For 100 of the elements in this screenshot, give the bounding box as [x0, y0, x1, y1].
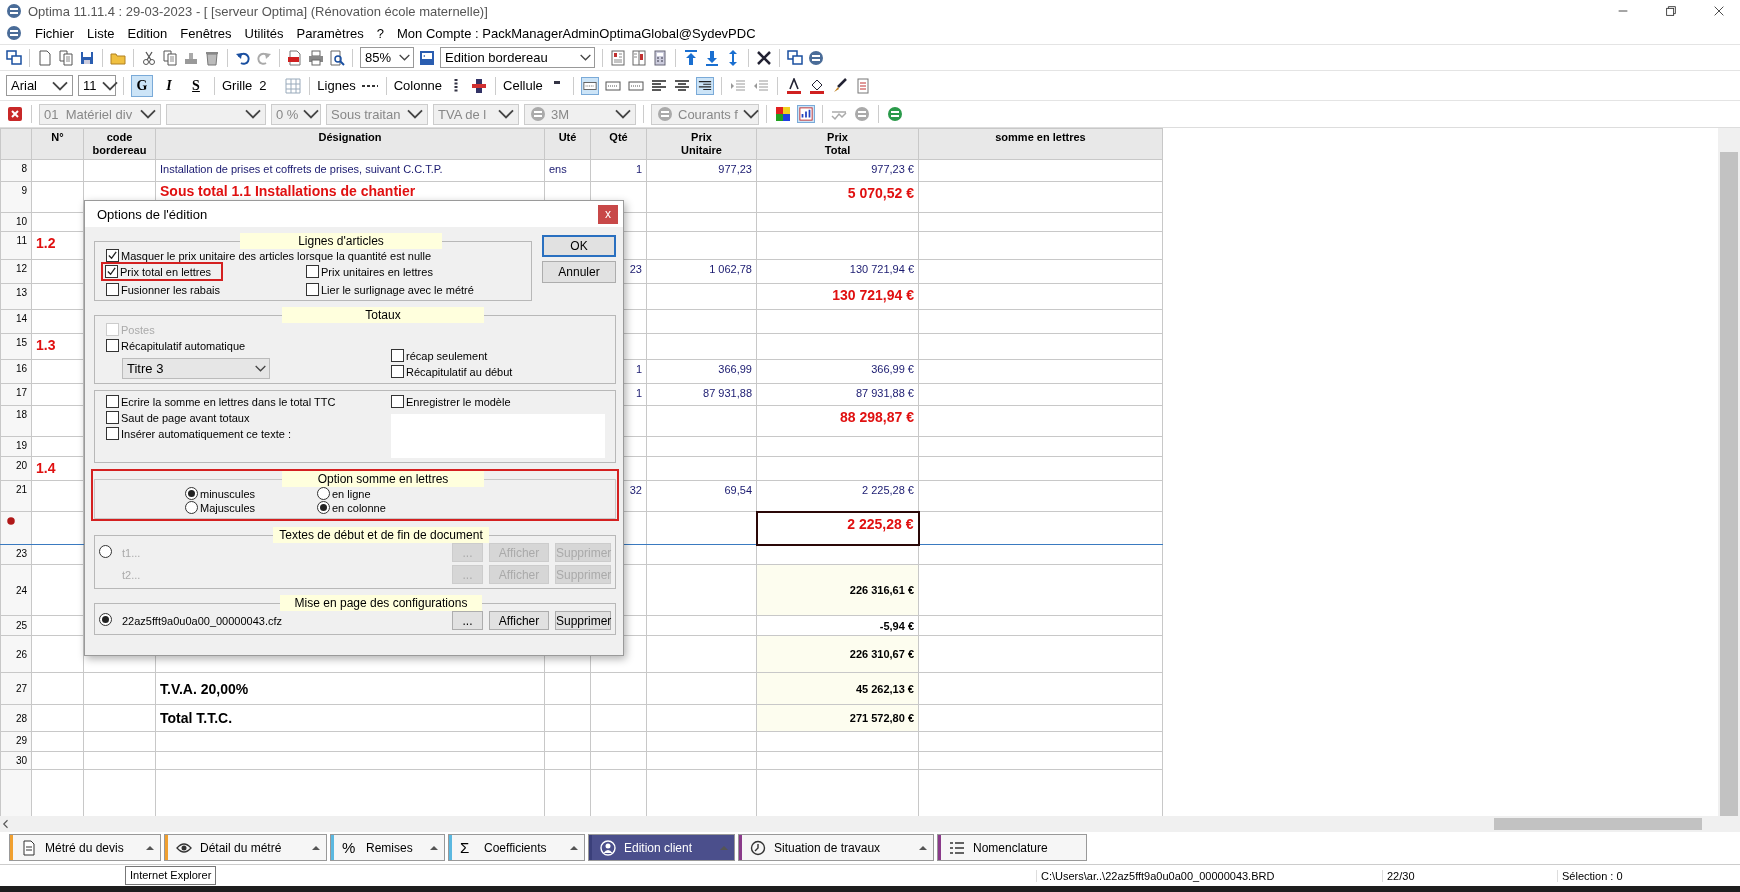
- logo-icon[interactable]: [808, 49, 824, 66]
- menu-item[interactable]: Liste: [87, 25, 115, 41]
- checkbox[interactable]: Prix total en lettres: [105, 265, 212, 278]
- scissors-icon[interactable]: [141, 49, 157, 66]
- align-right-icon[interactable]: [695, 76, 714, 95]
- ledger-icon[interactable]: [631, 49, 647, 66]
- menu-item[interactable]: ?: [376, 25, 384, 41]
- row-number[interactable]: 15: [0, 333, 32, 360]
- windows-icon[interactable]: [6, 49, 22, 66]
- size-dropdown[interactable]: 11: [78, 75, 116, 96]
- radio-button[interactable]: [99, 613, 112, 626]
- checkbox[interactable]: Récapitulatif automatique: [106, 339, 391, 352]
- radio-button[interactable]: Majuscules: [185, 501, 317, 514]
- row-number[interactable]: 21: [0, 480, 32, 512]
- checkbox[interactable]: Lier le surlignage avec le métré: [306, 283, 527, 296]
- checkbox[interactable]: Masquer le prix unitaire des articles lorsque la quantité est nulle: [106, 249, 527, 262]
- view-icon[interactable]: [419, 49, 435, 66]
- delete-icon[interactable]: [6, 105, 24, 123]
- arrow-down-icon[interactable]: [704, 49, 720, 66]
- pdf-icon[interactable]: [287, 49, 303, 66]
- caret-up-icon[interactable]: [919, 845, 927, 850]
- pages-icon[interactable]: [162, 49, 178, 66]
- row-number[interactable]: 11: [0, 231, 32, 260]
- row-number[interactable]: 23: [0, 544, 32, 565]
- caret-up-icon[interactable]: [570, 845, 578, 850]
- arrow-up-icon[interactable]: [683, 49, 699, 66]
- restore-icon[interactable]: [1664, 4, 1678, 18]
- dialog-button[interactable]: Supprimer: [555, 611, 611, 630]
- text-style-button[interactable]: S: [185, 74, 207, 97]
- text-style-button[interactable]: G: [131, 74, 153, 97]
- pages-icon[interactable]: [58, 49, 74, 66]
- tools-icon[interactable]: [756, 49, 772, 66]
- row-number[interactable]: 13: [0, 283, 32, 310]
- row-number[interactable]: 9: [0, 181, 32, 213]
- row-number[interactable]: 20: [0, 456, 32, 481]
- line-style-icon[interactable]: [580, 76, 599, 95]
- dialog-button[interactable]: Afficher: [489, 611, 549, 630]
- color-grid-icon[interactable]: [774, 105, 792, 123]
- tab[interactable]: Edition client: [588, 834, 735, 861]
- row-number[interactable]: 14: [0, 309, 32, 334]
- menu-item[interactable]: Paramètres: [296, 25, 364, 41]
- logo-icon[interactable]: [6, 25, 22, 41]
- checkbox[interactable]: récap seulement: [391, 349, 513, 362]
- radio-button[interactable]: en ligne: [317, 487, 449, 500]
- radio-button[interactable]: minuscules: [185, 487, 317, 500]
- row-number[interactable]: 17: [0, 383, 32, 406]
- checkbox[interactable]: Ecrire la somme en lettres dans le total TTC: [106, 395, 391, 408]
- view-dropdown[interactable]: Edition bordereau: [440, 47, 595, 68]
- ledger-icon[interactable]: [610, 49, 626, 66]
- radio-button[interactable]: en colonne: [317, 501, 449, 514]
- windows-icon[interactable]: [787, 49, 803, 66]
- font-color-icon[interactable]: [784, 76, 803, 95]
- menu-item[interactable]: Fichier: [35, 25, 74, 41]
- column-header[interactable]: Prix Total: [756, 128, 919, 160]
- close-button[interactable]: x: [598, 204, 618, 224]
- dialog-button[interactable]: OK: [542, 235, 616, 257]
- tab[interactable]: Nomenclature: [937, 834, 1087, 861]
- checkbox[interactable]: Prix unitaires en lettres: [306, 265, 527, 278]
- scroll-thumb[interactable]: [1720, 152, 1738, 816]
- scroll-thumb[interactable]: [1494, 818, 1702, 830]
- menu-item[interactable]: Mon Compte : PackManagerAdminOptimaGlobal@SydevPDC: [397, 25, 756, 41]
- row-number[interactable]: 18: [0, 405, 32, 437]
- row-number[interactable]: 16: [0, 359, 32, 384]
- tab[interactable]: Détail du métré: [164, 834, 327, 861]
- menu-item[interactable]: Edition: [127, 25, 168, 41]
- row-number[interactable]: 12: [0, 259, 32, 284]
- checkbox[interactable]: Récapitulatif au début: [391, 365, 513, 378]
- row-number[interactable]: 26: [0, 635, 32, 673]
- horizontal-scrollbar[interactable]: [0, 816, 1740, 832]
- page-icon[interactable]: [37, 49, 53, 66]
- column-header[interactable]: Désignation: [155, 128, 545, 160]
- level-dropdown[interactable]: Titre 3: [122, 358, 270, 379]
- checkbox[interactable]: Saut de page avant totaux: [106, 411, 391, 424]
- row-number[interactable]: 29: [0, 731, 32, 752]
- column-header[interactable]: Qté: [590, 128, 647, 160]
- row-number[interactable]: 28: [0, 704, 32, 732]
- font-dropdown[interactable]: Arial: [6, 75, 73, 96]
- dialog-button[interactable]: Annuler: [542, 261, 616, 283]
- bin-icon[interactable]: [204, 49, 220, 66]
- menu-item[interactable]: Utilités: [244, 25, 284, 41]
- tab[interactable]: Situation de travaux: [738, 834, 934, 861]
- text-style-button[interactable]: I: [158, 74, 180, 97]
- caret-up-icon[interactable]: [312, 845, 320, 850]
- caret-up-icon[interactable]: [430, 845, 438, 850]
- printer-icon[interactable]: [308, 49, 324, 66]
- tab[interactable]: % Remises: [330, 834, 445, 861]
- row-number[interactable]: 27: [0, 672, 32, 705]
- tab[interactable]: Σ Coefficients: [448, 834, 585, 861]
- column-header[interactable]: Prix Unitaire: [646, 128, 757, 160]
- row-number[interactable]: 19: [0, 436, 32, 457]
- tab[interactable]: Métré du devis: [9, 834, 161, 861]
- column-header[interactable]: somme en lettres: [918, 128, 1163, 160]
- logo-icon[interactable]: [886, 105, 904, 123]
- caret-up-icon[interactable]: [146, 845, 154, 850]
- checkbox[interactable]: Fusionner les rabais: [106, 283, 306, 296]
- chart-icon[interactable]: [797, 105, 815, 123]
- column-header[interactable]: Uté: [544, 128, 591, 160]
- dialog-button[interactable]: ...: [452, 611, 483, 630]
- column-header[interactable]: N°: [31, 128, 84, 160]
- preview-icon[interactable]: [329, 49, 345, 66]
